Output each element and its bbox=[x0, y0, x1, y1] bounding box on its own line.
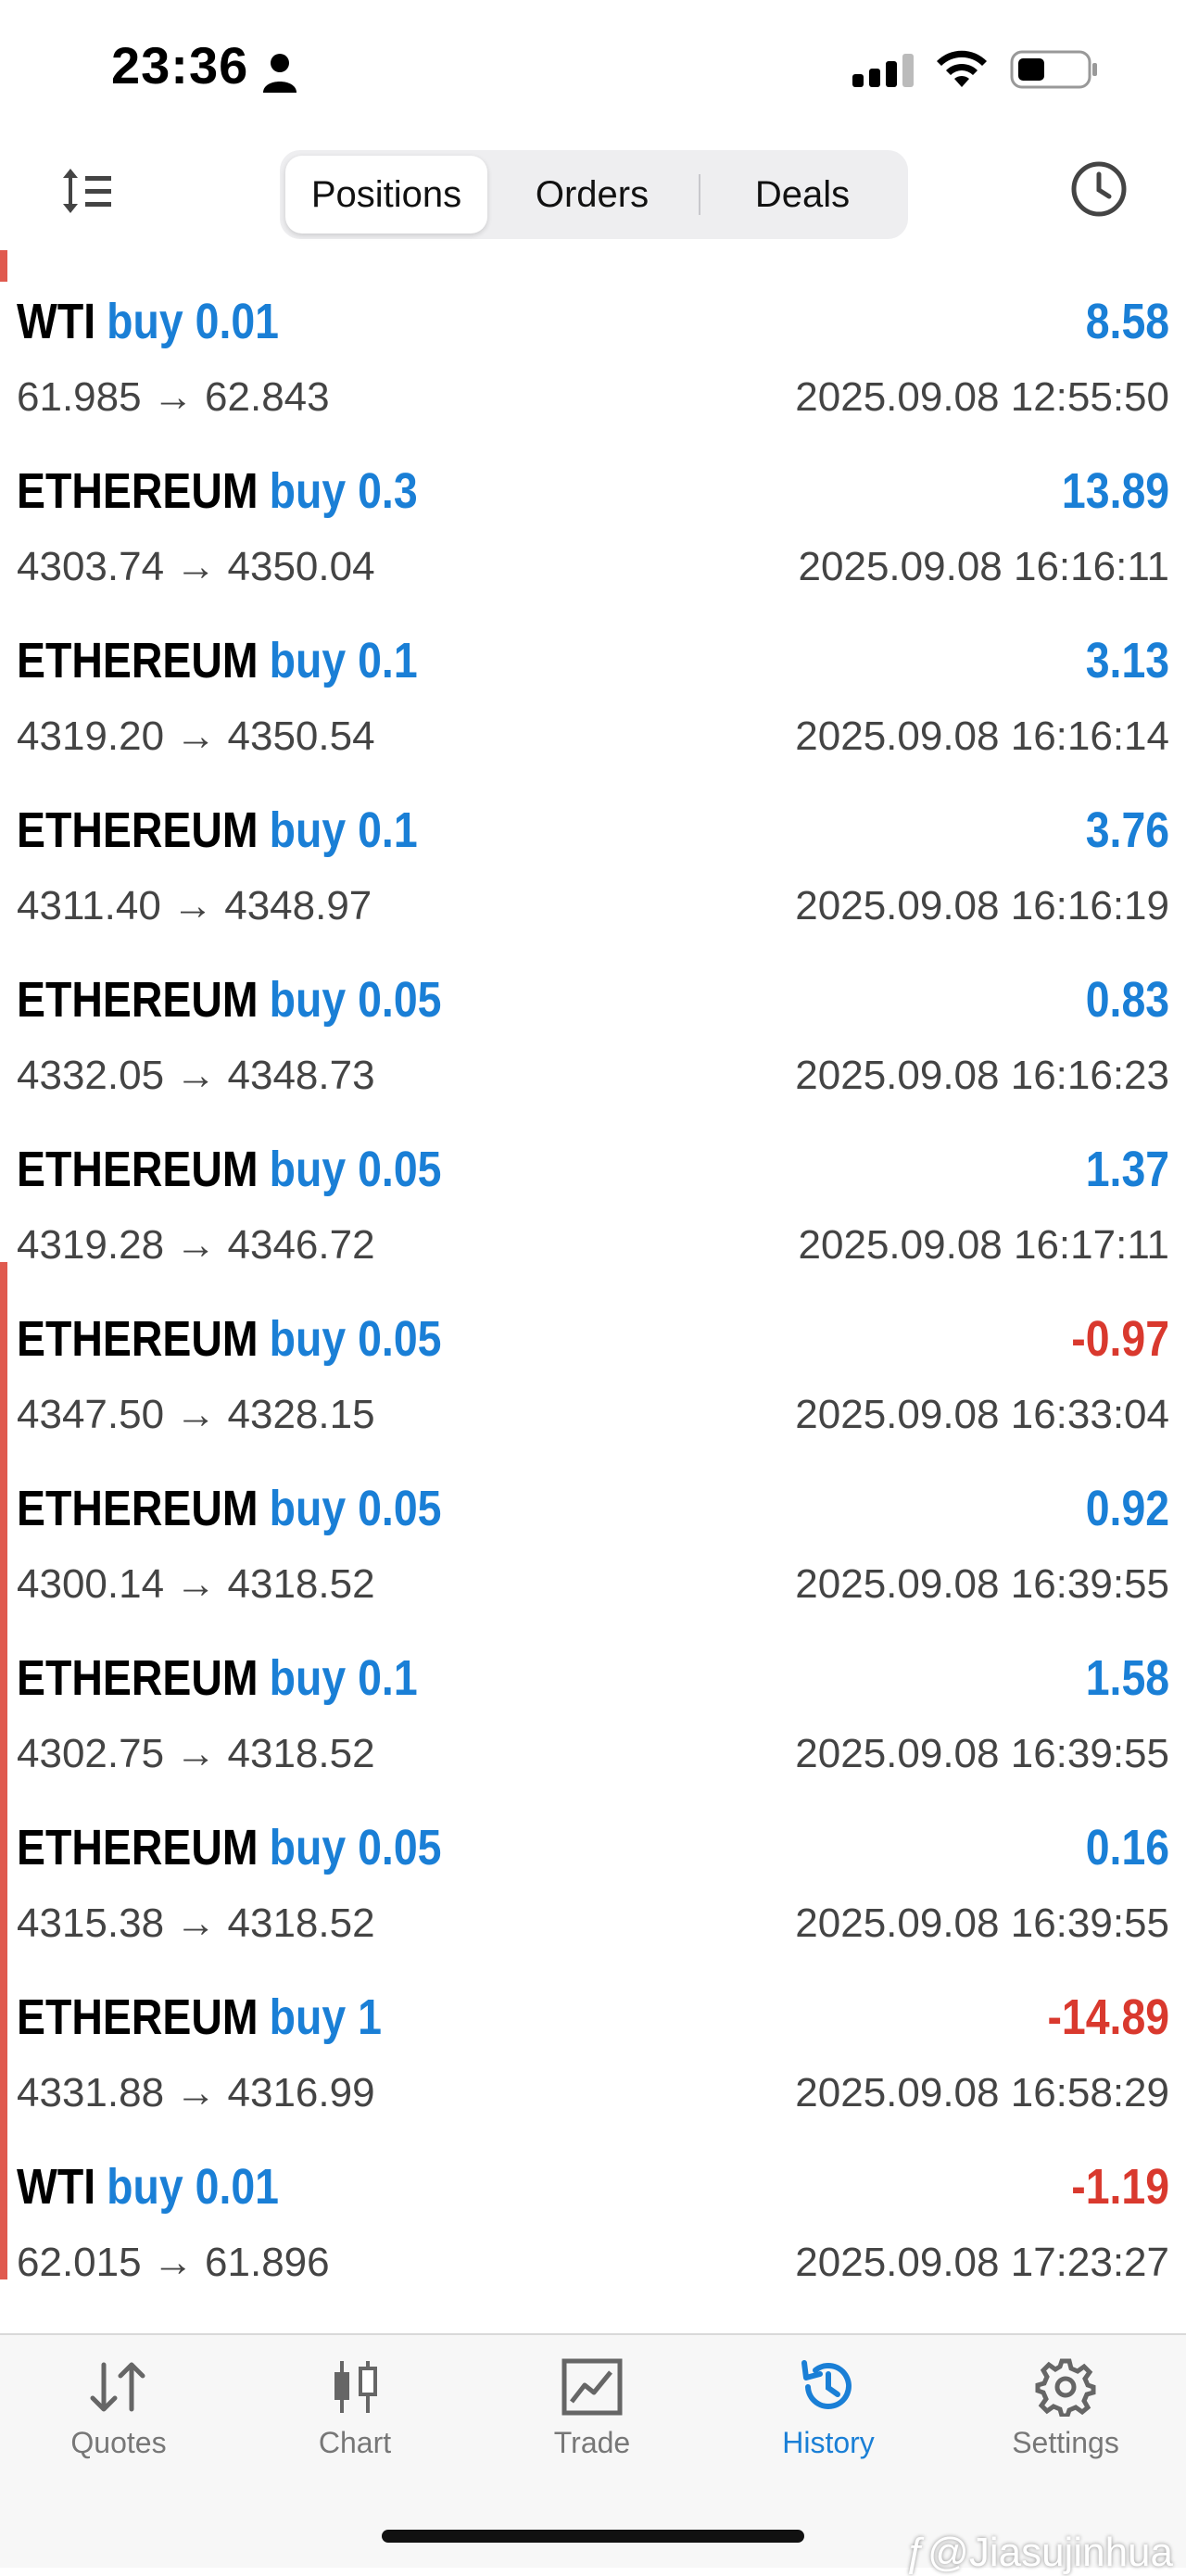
deal-title: ETHEREUM buy 0.05 bbox=[17, 1141, 441, 1206]
gear-icon bbox=[1035, 2358, 1096, 2417]
deal-title: WTI buy 0.01 bbox=[17, 2158, 279, 2223]
tab-label: Quotes bbox=[70, 2426, 167, 2459]
deal-profit: -0.97 bbox=[1071, 1311, 1169, 1367]
deal-title: ETHEREUM buy 0.05 bbox=[17, 971, 441, 1036]
deal-symbol: ETHEREUM bbox=[17, 1820, 259, 1875]
deal-row[interactable]: ETHEREUM buy 0.1 3.13 4319.20 → 4350.54 2025… bbox=[0, 584, 1186, 759]
deal-symbol: ETHEREUM bbox=[17, 1481, 259, 1536]
tab-deals[interactable]: Deals bbox=[702, 156, 902, 234]
deal-row[interactable]: ETHEREUM buy 0.05 0.83 4332.05 → 4348.73 202… bbox=[0, 923, 1186, 1098]
status-bar: 23:36 bbox=[0, 0, 1186, 139]
deal-profit: 3.76 bbox=[1085, 802, 1169, 858]
deal-direction: buy 0.1 bbox=[269, 802, 418, 858]
tab-label: Trade bbox=[553, 2426, 631, 2459]
tab-positions[interactable]: Positions bbox=[285, 156, 487, 234]
deal-symbol: ETHEREUM bbox=[17, 463, 259, 519]
wifi-icon bbox=[937, 50, 987, 87]
tab-label: History bbox=[782, 2426, 875, 2459]
row-marker bbox=[0, 2110, 7, 2279]
deal-profit: -1.19 bbox=[1071, 2159, 1169, 2215]
deal-profit: 0.92 bbox=[1085, 1481, 1169, 1536]
tab-label: Chart bbox=[318, 2426, 392, 2459]
deal-symbol: ETHEREUM bbox=[17, 802, 259, 858]
deal-profit: 13.89 bbox=[1061, 463, 1169, 519]
deal-direction: buy 0.05 bbox=[269, 972, 442, 1028]
deal-row[interactable]: ETHEREUM buy 0.05 -0.97 4347.50 → 4328.15 20… bbox=[0, 1262, 1186, 1437]
deal-title: ETHEREUM buy 0.3 bbox=[17, 462, 418, 527]
status-time: 23:36 bbox=[111, 36, 249, 95]
toolbar: Positions Orders Deals bbox=[0, 139, 1186, 250]
deal-symbol: ETHEREUM bbox=[17, 1142, 259, 1197]
quotes-arrows-icon bbox=[90, 2362, 145, 2412]
deal-row[interactable]: ETHEREUM buy 0.05 0.92 4300.14 → 4318.52 202… bbox=[0, 1432, 1186, 1607]
deal-time: 2025.09.08 17:23:27 bbox=[795, 2240, 1169, 2285]
deal-title: ETHEREUM buy 0.1 bbox=[17, 632, 418, 697]
deal-title: WTI buy 0.01 bbox=[17, 293, 279, 358]
watermark: ƒ@Jiasujinhua bbox=[904, 2530, 1173, 2575]
deal-direction: buy 0.05 bbox=[269, 1142, 442, 1197]
deal-direction: buy 0.01 bbox=[107, 294, 280, 349]
tab-history[interactable]: History bbox=[736, 2357, 921, 2460]
row-marker bbox=[0, 1262, 7, 1432]
deal-title: ETHEREUM buy 0.05 bbox=[17, 1310, 441, 1375]
deal-profit: 0.83 bbox=[1085, 972, 1169, 1028]
deal-title: ETHEREUM buy 0.05 bbox=[17, 1480, 441, 1545]
deal-row[interactable]: ETHEREUM buy 0.05 0.16 4315.38 → 4318.52 202… bbox=[0, 1771, 1186, 1946]
deal-title: ETHEREUM buy 0.1 bbox=[17, 1649, 418, 1714]
view-segmented-control: Positions Orders Deals bbox=[280, 150, 908, 239]
deal-direction: buy 0.05 bbox=[269, 1820, 442, 1875]
clock-icon[interactable] bbox=[1069, 159, 1129, 219]
battery-icon bbox=[1010, 50, 1097, 89]
deal-profit: 8.58 bbox=[1085, 294, 1169, 349]
deal-row[interactable]: ETHEREUM buy 0.1 3.76 4311.40 → 4348.97 2025… bbox=[0, 753, 1186, 928]
segment-divider bbox=[699, 174, 700, 215]
row-marker bbox=[0, 1771, 7, 1940]
deal-direction: buy 0.1 bbox=[269, 633, 418, 688]
tab-quotes[interactable]: Quotes bbox=[26, 2357, 211, 2460]
deal-profit: 1.58 bbox=[1085, 1650, 1169, 1706]
deal-direction: buy 0.01 bbox=[107, 2159, 280, 2215]
deal-symbol: ETHEREUM bbox=[17, 972, 259, 1028]
deal-row[interactable]: ETHEREUM buy 0.05 1.37 4319.28 → 4346.72 202… bbox=[0, 1092, 1186, 1268]
deal-title: ETHEREUM buy 0.1 bbox=[17, 802, 418, 866]
deal-row[interactable]: ETHEREUM buy 0.1 1.58 4302.75 → 4318.52 2025… bbox=[0, 1601, 1186, 1776]
deal-prices: 62.015 → 61.896 bbox=[17, 2240, 330, 2285]
deal-direction: buy 0.3 bbox=[269, 463, 418, 519]
tab-label: Settings bbox=[1012, 2426, 1119, 2459]
deal-symbol: WTI bbox=[17, 2159, 96, 2215]
deal-symbol: ETHEREUM bbox=[17, 1311, 259, 1367]
deal-direction: buy 0.05 bbox=[269, 1481, 442, 1536]
tab-settings[interactable]: Settings bbox=[973, 2357, 1158, 2460]
deal-title: ETHEREUM buy 0.05 bbox=[17, 1819, 441, 1884]
deal-symbol: ETHEREUM bbox=[17, 1989, 259, 2045]
row-marker bbox=[0, 1432, 7, 1601]
deal-row[interactable]: WTI buy 0.01 8.58 61.985 → 62.843 2025.09.08… bbox=[0, 245, 1186, 420]
deal-direction: buy 0.1 bbox=[269, 1650, 418, 1706]
deal-symbol: WTI bbox=[17, 294, 96, 349]
person-icon bbox=[263, 54, 296, 93]
deal-symbol: ETHEREUM bbox=[17, 1650, 259, 1706]
deal-profit: 3.13 bbox=[1085, 633, 1169, 688]
row-marker bbox=[0, 1940, 7, 2110]
history-icon bbox=[801, 2360, 852, 2409]
deal-direction: buy 0.05 bbox=[269, 1311, 442, 1367]
deal-row[interactable]: ETHEREUM buy 1 -14.89 4331.88 → 4316.99 2025… bbox=[0, 1940, 1186, 2115]
deal-title: ETHEREUM buy 1 bbox=[17, 1989, 382, 2053]
deal-profit: 0.16 bbox=[1085, 1820, 1169, 1875]
trade-chart-icon bbox=[561, 2358, 623, 2416]
row-marker bbox=[0, 1601, 7, 1771]
deal-profit: -14.89 bbox=[1047, 1989, 1169, 2045]
home-indicator[interactable] bbox=[382, 2530, 804, 2543]
tab-chart[interactable]: Chart bbox=[262, 2357, 448, 2460]
deal-row[interactable]: WTI buy 0.01 -1.19 62.015 → 61.896 2025.09.0… bbox=[0, 2110, 1186, 2285]
deal-symbol: ETHEREUM bbox=[17, 633, 259, 688]
deal-row[interactable]: ETHEREUM buy 0.3 13.89 4303.74 → 4350.04 202… bbox=[0, 414, 1186, 589]
tab-trade[interactable]: Trade bbox=[499, 2357, 685, 2460]
candlestick-icon bbox=[334, 2361, 377, 2413]
deal-direction: buy 1 bbox=[269, 1989, 382, 2045]
sort-icon[interactable] bbox=[59, 165, 115, 217]
cellular-signal-icon bbox=[852, 54, 914, 87]
tab-orders[interactable]: Orders bbox=[491, 156, 693, 234]
deal-profit: 1.37 bbox=[1085, 1142, 1169, 1197]
